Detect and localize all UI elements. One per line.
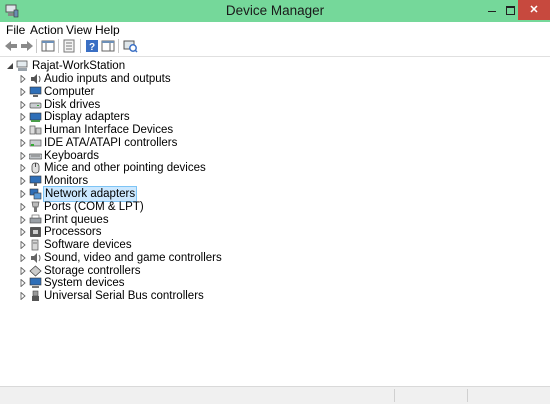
- menu-view[interactable]: View: [66, 23, 92, 37]
- minimize-button[interactable]: [481, 0, 503, 20]
- back-arrow-icon[interactable]: [3, 38, 19, 54]
- processor-icon: [30, 227, 41, 237]
- close-button[interactable]: ✕: [518, 0, 550, 20]
- tree-item-label: Audio inputs and outputs: [44, 73, 171, 85]
- hid-icon: [29, 125, 42, 135]
- computer-root-icon: [16, 60, 28, 71]
- scan-hardware-changes-icon[interactable]: [122, 38, 138, 54]
- tree-item[interactable]: Computer: [0, 86, 260, 99]
- show-hide-console-tree-icon[interactable]: [40, 38, 56, 54]
- action-pane-icon[interactable]: [100, 38, 116, 54]
- toolbar-separator: [80, 39, 81, 53]
- expand-arrow-icon[interactable]: [20, 228, 26, 236]
- help-icon[interactable]: ?: [84, 38, 100, 54]
- toolbar-separator: [36, 39, 37, 53]
- storage-controller-icon: [29, 265, 42, 277]
- status-pane: [467, 389, 550, 402]
- tree-item-label: Sound, video and game controllers: [44, 252, 222, 264]
- tree-item-label: Universal Serial Bus controllers: [44, 290, 204, 302]
- disk-drive-icon: [29, 102, 42, 109]
- mouse-icon: [31, 162, 40, 174]
- printer-icon: [29, 214, 42, 224]
- system-device-icon: [29, 277, 42, 288]
- tree-item[interactable]: Ports (COM & LPT): [0, 201, 260, 214]
- status-pane: [394, 389, 468, 402]
- keyboard-icon: [29, 153, 42, 160]
- expand-arrow-icon[interactable]: [20, 203, 26, 211]
- expand-arrow-icon[interactable]: [20, 267, 26, 275]
- expand-arrow-icon[interactable]: [20, 88, 26, 96]
- monitor-icon: [29, 175, 42, 186]
- tree-item-label: Software devices: [44, 239, 132, 251]
- menu-bar: File Action View Help: [0, 22, 550, 37]
- properties-icon[interactable]: [61, 38, 77, 54]
- expand-arrow-icon[interactable]: [20, 254, 26, 262]
- expand-arrow-icon[interactable]: [20, 75, 26, 83]
- maximize-icon: [506, 5, 515, 15]
- tree-item[interactable]: Universal Serial Bus controllers: [0, 290, 260, 303]
- tree-item-label: Processors: [44, 226, 102, 238]
- port-icon: [31, 201, 40, 212]
- expand-arrow-icon[interactable]: [20, 113, 26, 121]
- tree-item-label: Computer: [44, 86, 95, 98]
- expand-arrow-icon[interactable]: [20, 241, 26, 249]
- tree-item-label: Display adapters: [44, 111, 130, 123]
- tree-item-label: Human Interface Devices: [44, 124, 174, 136]
- menu-file[interactable]: File: [6, 23, 25, 37]
- expand-arrow-icon[interactable]: [20, 177, 26, 185]
- root-computer-name: Rajat-WorkStation: [32, 60, 126, 72]
- title-bar: Device Manager ✕: [0, 0, 550, 22]
- close-icon: ✕: [529, 4, 539, 16]
- tree-item-label: IDE ATA/ATAPI controllers: [44, 137, 178, 149]
- forward-arrow-icon[interactable]: [19, 38, 35, 54]
- expand-arrow-icon[interactable]: [20, 279, 26, 287]
- toolbar-separator: [58, 39, 59, 53]
- menu-help[interactable]: Help: [95, 23, 120, 37]
- computer-icon: [29, 86, 42, 97]
- tree-item-label: System devices: [44, 277, 125, 289]
- display-adapter-icon: [29, 112, 42, 122]
- tree-item[interactable]: IDE ATA/ATAPI controllers: [0, 137, 260, 150]
- status-bar: [0, 386, 550, 404]
- window-title: Device Manager: [225, 3, 325, 18]
- tree-item[interactable]: Mice and other pointing devices: [0, 162, 260, 175]
- expand-arrow-icon[interactable]: [20, 190, 26, 198]
- expand-arrow-icon[interactable]: [20, 126, 26, 134]
- software-device-icon: [31, 239, 39, 251]
- collapse-arrow-icon[interactable]: [7, 62, 13, 70]
- expand-arrow-icon[interactable]: [20, 152, 26, 160]
- svg-text:?: ?: [89, 42, 95, 53]
- expand-arrow-icon[interactable]: [20, 139, 26, 147]
- expand-arrow-icon[interactable]: [20, 292, 26, 300]
- minimize-icon: [488, 10, 496, 12]
- device-tree: Rajat-WorkStation Audio inputs and outpu…: [0, 57, 550, 385]
- toolbar: ?: [0, 36, 550, 57]
- network-adapter-icon: [29, 188, 42, 200]
- tree-item-label: Mice and other pointing devices: [44, 162, 206, 174]
- sound-controller-icon: [31, 253, 41, 263]
- menu-action[interactable]: Action: [30, 23, 63, 37]
- expand-arrow-icon[interactable]: [20, 101, 26, 109]
- tree-item-label: Ports (COM & LPT): [44, 201, 144, 213]
- maximize-button[interactable]: [503, 0, 518, 20]
- speaker-icon: [31, 74, 41, 84]
- ide-controller-icon: [29, 139, 42, 147]
- toolbar-separator: [118, 39, 119, 53]
- usb-icon: [32, 290, 39, 301]
- expand-arrow-icon[interactable]: [20, 164, 26, 172]
- tree-item[interactable]: Audio inputs and outputs: [0, 73, 260, 86]
- expand-arrow-icon[interactable]: [20, 216, 26, 224]
